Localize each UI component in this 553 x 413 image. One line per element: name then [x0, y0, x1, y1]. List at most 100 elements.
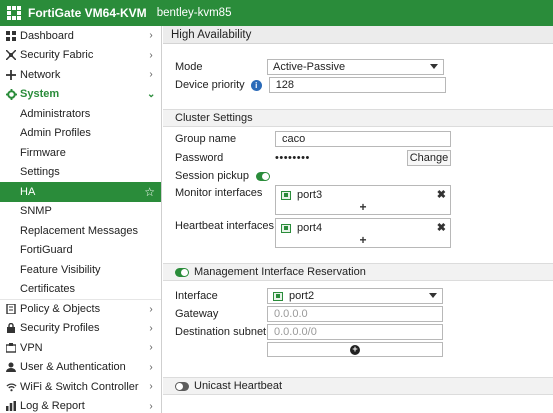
chevron-right-icon: › [149, 69, 153, 81]
chevron-down-icon: ⌄ [147, 88, 156, 100]
mode-select[interactable]: Active-Passive [267, 59, 444, 75]
close-icon[interactable]: ✖ [437, 188, 446, 201]
mode-label: Mode [175, 61, 203, 73]
unicast-heartbeat-toggle[interactable] [175, 381, 189, 391]
password-field[interactable]: •••••••• [275, 152, 405, 164]
sidebar-item-admin-profiles[interactable]: Admin Profiles [0, 124, 161, 144]
session-pickup-label: Session pickup [175, 170, 249, 182]
sidebar-item-label: Firmware [20, 146, 66, 159]
sidebar-item-label: FortiGuard [20, 244, 73, 257]
sidebar-item-snmp[interactable]: SNMP [0, 202, 161, 222]
sidebar-item-replacement-messages[interactable]: Replacement Messages [0, 221, 161, 241]
security-fabric-icon [5, 49, 17, 61]
monitor-interfaces-label: Monitor interfaces [175, 187, 263, 199]
mgmt-reservation-header: Management Interface Reservation [163, 263, 553, 281]
gateway-label: Gateway [175, 308, 219, 320]
star-icon[interactable]: ☆ [144, 185, 155, 199]
sidebar-item-system[interactable]: System ⌄ [0, 85, 161, 105]
sidebar-item-policy-objects[interactable]: Policy & Objects › [0, 299, 161, 319]
destination-subnet-row: Destination subnet 0.0.0.0/0 [175, 324, 443, 340]
sidebar: Dashboard › Security Fabric › Network › … [0, 26, 162, 413]
heartbeat-port-label: port4 [297, 222, 323, 234]
sidebar-item-ha[interactable]: HA ☆ [0, 182, 161, 202]
sidebar-item-network[interactable]: Network › [0, 65, 161, 85]
group-name-input[interactable]: caco [275, 131, 451, 147]
heartbeat-interfaces-label: Heartbeat interfaces [175, 220, 275, 232]
sidebar-item-settings[interactable]: Settings [0, 163, 161, 183]
vpn-icon [5, 342, 17, 354]
mgmt-reservation-toggle[interactable] [175, 267, 189, 277]
interface-value: port2 [289, 290, 315, 302]
monitor-interfaces-box[interactable]: port3 ✖ + [275, 185, 451, 215]
network-icon [5, 69, 17, 81]
add-reservation-button[interactable]: + [267, 342, 443, 357]
log-icon [5, 400, 17, 412]
dashboard-icon [5, 30, 17, 42]
sidebar-item-security-profiles[interactable]: Security Profiles › [0, 319, 161, 339]
heartbeat-interface-chip: port4 [281, 222, 322, 234]
chevron-right-icon: › [149, 400, 153, 412]
sidebar-item-feature-visibility[interactable]: Feature Visibility [0, 260, 161, 280]
sidebar-item-vpn[interactable]: VPN › [0, 338, 161, 358]
chevron-right-icon: › [149, 30, 153, 42]
session-pickup-toggle[interactable] [256, 171, 270, 181]
sidebar-item-dashboard[interactable]: Dashboard › [0, 26, 161, 46]
chevron-right-icon: › [149, 381, 153, 393]
chevron-right-icon: › [149, 49, 153, 61]
page-title: High Availability [163, 26, 553, 44]
sidebar-item-label: Log & Report [20, 400, 85, 413]
sidebar-item-security-fabric[interactable]: Security Fabric › [0, 46, 161, 66]
sidebar-item-label: Administrators [20, 107, 91, 120]
destination-subnet-input[interactable]: 0.0.0.0/0 [267, 324, 443, 340]
fortinet-logo-icon[interactable] [2, 0, 26, 26]
device-priority-input[interactable]: 128 [268, 77, 446, 93]
monitor-interface-chip: port3 [281, 189, 322, 201]
heartbeat-interfaces-box[interactable]: port4 ✖ + [275, 218, 451, 248]
add-icon[interactable]: + [359, 233, 366, 247]
monitor-port-label: port3 [297, 189, 323, 201]
info-icon[interactable]: i [250, 79, 262, 91]
add-icon[interactable]: + [359, 200, 366, 214]
change-password-button[interactable]: Change [407, 150, 451, 166]
unicast-heartbeat-title: Unicast Heartbeat [194, 380, 283, 392]
sidebar-item-label: Admin Profiles [20, 127, 91, 140]
chevron-right-icon: › [149, 361, 153, 373]
sidebar-item-firmware[interactable]: Firmware [0, 143, 161, 163]
close-icon[interactable]: ✖ [437, 221, 446, 234]
gateway-input[interactable]: 0.0.0.0 [267, 306, 443, 322]
group-name-row: Group name caco [175, 131, 451, 147]
sidebar-item-user-authentication[interactable]: User & Authentication › [0, 358, 161, 378]
unicast-heartbeat-header: Unicast Heartbeat [163, 377, 553, 395]
port-icon [273, 291, 283, 301]
sidebar-item-label: WiFi & Switch Controller [20, 380, 139, 393]
mode-value: Active-Passive [273, 61, 346, 73]
mode-row: Mode Active-Passive [175, 59, 444, 75]
chevron-down-icon [429, 293, 437, 298]
sidebar-item-label: Security Fabric [20, 49, 94, 62]
gateway-row: Gateway 0.0.0.0 [175, 306, 443, 322]
sidebar-item-label: Settings [20, 166, 60, 179]
policy-icon [5, 303, 17, 315]
gear-icon [5, 88, 17, 100]
plus-circle-icon: + [350, 344, 360, 355]
lock-icon [5, 322, 17, 334]
chevron-right-icon: › [149, 322, 153, 334]
heartbeat-interfaces-row: Heartbeat interfaces [175, 220, 274, 232]
password-label: Password [175, 152, 224, 164]
top-bar: FortiGate VM64-KVM bentley-kvm85 [0, 0, 553, 26]
interface-label: Interface [175, 290, 218, 302]
chevron-right-icon: › [149, 303, 153, 315]
hostname: bentley-kvm85 [156, 7, 232, 19]
port-icon [281, 190, 291, 200]
sidebar-item-label: HA [20, 185, 36, 198]
sidebar-item-log-report[interactable]: Log & Report › [0, 397, 161, 413]
interface-select[interactable]: port2 [267, 288, 443, 304]
sidebar-item-wifi-switch[interactable]: WiFi & Switch Controller › [0, 377, 161, 397]
mgmt-reservation-title: Management Interface Reservation [194, 266, 366, 278]
session-pickup-row: Session pickup [175, 170, 270, 182]
sidebar-item-fortiguard[interactable]: FortiGuard [0, 241, 161, 261]
sidebar-item-label: VPN [20, 341, 43, 354]
sidebar-item-administrators[interactable]: Administrators [0, 104, 161, 124]
sidebar-item-label: Feature Visibility [20, 263, 101, 276]
sidebar-item-certificates[interactable]: Certificates [0, 280, 161, 300]
